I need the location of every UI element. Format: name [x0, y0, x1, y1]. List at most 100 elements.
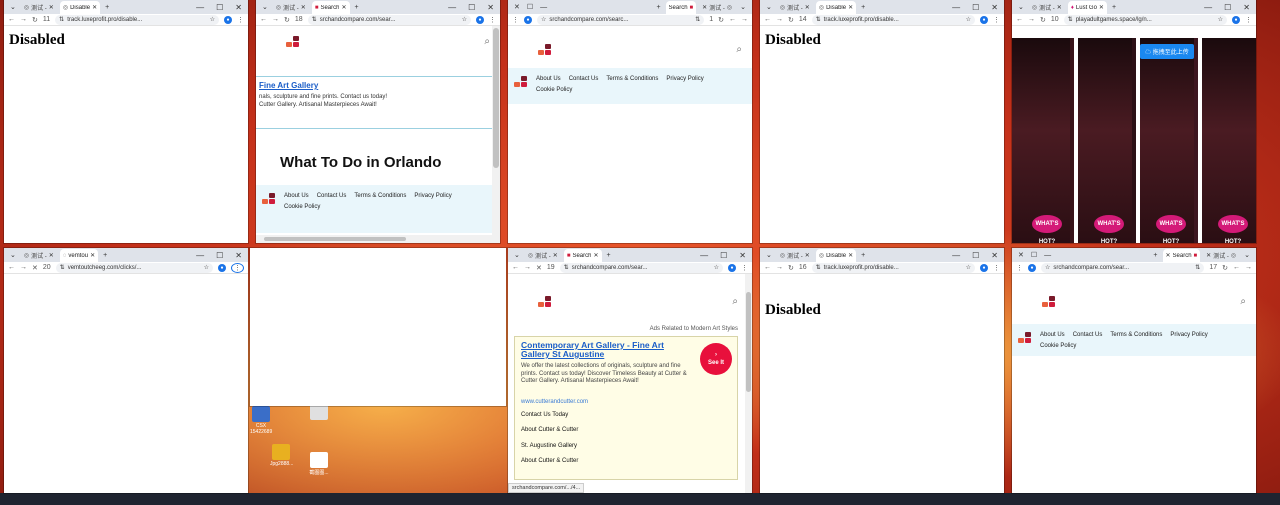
star-icon[interactable]: ☆: [204, 264, 209, 271]
minimize-button[interactable]: —: [538, 4, 549, 11]
profile-icon[interactable]: ●: [728, 263, 736, 272]
minimize-button[interactable]: —: [952, 3, 960, 12]
profile-icon[interactable]: ●: [980, 15, 988, 24]
tab-search-icon[interactable]: ⌄: [260, 3, 270, 11]
reload-icon[interactable]: ↻: [32, 16, 38, 24]
tab-search-icon[interactable]: ⌄: [764, 251, 774, 259]
extension-counter[interactable]: 16: [799, 264, 807, 271]
close-window-button[interactable]: ✕: [739, 251, 746, 260]
footer-link-privacy[interactable]: Privacy Policy: [1170, 330, 1207, 341]
site-info-icon[interactable]: ⇅: [59, 16, 64, 23]
footer-link-contact[interactable]: Contact Us: [569, 74, 599, 85]
close-window-button[interactable]: ✕: [991, 251, 998, 260]
menu-icon[interactable]: ⋮: [237, 16, 244, 24]
extension-counter[interactable]: 14: [799, 16, 807, 23]
forward-icon[interactable]: →: [20, 16, 27, 23]
tab-test[interactable]: ◎ 测试 - ✕: [273, 2, 309, 13]
game-panel[interactable]: [1074, 38, 1132, 243]
new-tab-button[interactable]: +: [654, 4, 662, 11]
forward-icon[interactable]: →: [776, 264, 783, 271]
maximize-button[interactable]: ☐: [972, 3, 979, 12]
new-tab-button[interactable]: +: [859, 4, 867, 11]
search-icon[interactable]: ⌕: [736, 44, 742, 55]
close-window-button[interactable]: ✕: [991, 3, 998, 12]
close-icon[interactable]: ✕: [92, 4, 97, 11]
extension-counter[interactable]: 20: [43, 264, 51, 271]
forward-icon[interactable]: →: [272, 16, 279, 23]
forward-icon[interactable]: →: [524, 264, 531, 271]
tab-search-icon[interactable]: ⌄: [764, 3, 774, 11]
maximize-button[interactable]: ☐: [720, 251, 727, 260]
close-window-button[interactable]: ✕: [235, 251, 242, 260]
search-icon[interactable]: ⌕: [732, 296, 738, 307]
desktop-icon[interactable]: [308, 404, 330, 421]
back-icon[interactable]: ←: [512, 264, 519, 271]
footer-link-cookie[interactable]: Cookie Policy: [284, 202, 320, 213]
maximize-button[interactable]: ☐: [216, 251, 223, 260]
menu-icon[interactable]: ⋮: [993, 264, 1000, 272]
reload-icon[interactable]: ↻: [788, 16, 794, 24]
footer-link-privacy[interactable]: Privacy Policy: [414, 191, 451, 202]
new-tab-button[interactable]: +: [103, 4, 111, 11]
site-info-icon[interactable]: ⇅: [1068, 16, 1073, 23]
tab-lust[interactable]: ♦ Lust Go ✕: [1067, 1, 1107, 14]
tab-search-icon[interactable]: ⌄: [1242, 251, 1252, 259]
minimize-button[interactable]: —: [196, 3, 204, 12]
game-banner[interactable]: WHAT'S HOT? WHAT'S HOT? WHAT'S HOT? WHAT…: [1012, 38, 1256, 243]
forward-icon[interactable]: →: [776, 16, 783, 23]
site-info-icon[interactable]: ⇅: [312, 16, 317, 23]
minimize-button[interactable]: —: [952, 251, 960, 260]
close-icon[interactable]: ✕: [848, 252, 853, 259]
close-icon[interactable]: ✕: [553, 252, 558, 259]
back-icon[interactable]: ←: [729, 16, 736, 23]
back-icon[interactable]: ←: [1233, 264, 1240, 271]
search-icon[interactable]: ⌕: [484, 36, 490, 47]
back-icon[interactable]: ←: [764, 264, 771, 271]
ad-sitelink[interactable]: Contact Us Today: [521, 412, 568, 418]
forward-icon[interactable]: →: [20, 264, 27, 271]
upload-drop-hint[interactable]: ☁ 拖拽至此上传: [1140, 44, 1194, 59]
profile-icon[interactable]: ●: [1028, 263, 1036, 272]
profile-icon[interactable]: ●: [476, 15, 484, 24]
stop-icon[interactable]: ✕: [32, 264, 38, 272]
game-panel[interactable]: [1198, 38, 1256, 243]
menu-icon[interactable]: ⋮: [993, 16, 1000, 24]
new-tab-button[interactable]: +: [353, 4, 361, 11]
extension-counter[interactable]: 11: [43, 16, 50, 23]
search-icon[interactable]: ⌕: [1240, 296, 1246, 307]
forward-icon[interactable]: →: [1245, 264, 1252, 271]
horizontal-scrollbar[interactable]: [256, 235, 500, 243]
close-window-button[interactable]: ✕: [1016, 251, 1026, 259]
address-bar[interactable]: ⇅ srchandcompare.com/sear... ☆: [307, 14, 471, 25]
maximize-button[interactable]: ☐: [1029, 251, 1039, 259]
ad-title-link[interactable]: Contemporary Art Gallery - Fine Art Gall…: [521, 341, 691, 359]
extension-counter[interactable]: 17: [1209, 264, 1217, 271]
new-tab-button[interactable]: +: [605, 252, 613, 259]
tab-test[interactable]: ◎ 测试 - ✕: [777, 250, 813, 261]
close-icon[interactable]: ✕: [49, 4, 54, 11]
address-bar[interactable]: ⇅ playadultgames.space/lg/n... ☆: [1063, 14, 1227, 25]
back-icon[interactable]: ←: [8, 264, 15, 271]
profile-icon[interactable]: ●: [224, 15, 232, 24]
close-window-button[interactable]: ✕: [512, 3, 522, 11]
tab-disabled[interactable]: ◎ Disable ✕: [815, 249, 857, 262]
forward-icon[interactable]: →: [741, 16, 748, 23]
close-window-button[interactable]: ✕: [487, 3, 494, 12]
footer-link-about[interactable]: About Us: [536, 74, 561, 85]
maximize-button[interactable]: ☐: [972, 251, 979, 260]
ad-sitelink[interactable]: About Cutter & Cutter: [521, 458, 578, 464]
address-bar[interactable]: ⇅ track.luxeprofit.pro/disable... ☆: [55, 14, 219, 25]
new-tab-button[interactable]: +: [1110, 4, 1118, 11]
footer-link-cookie[interactable]: Cookie Policy: [536, 85, 572, 96]
tab-test[interactable]: ✕ 测试 - ◎: [1203, 250, 1239, 261]
star-icon[interactable]: ☆: [966, 264, 971, 271]
star-icon[interactable]: ☆: [462, 16, 467, 23]
maximize-button[interactable]: ☐: [468, 3, 475, 12]
footer-link-terms[interactable]: Terms & Conditions: [606, 74, 658, 85]
tab-vemtou[interactable]: ◌ vemtou ✕: [59, 249, 99, 262]
close-icon[interactable]: ✕: [805, 252, 810, 259]
close-icon[interactable]: ✕: [1057, 4, 1062, 11]
ad-title-link[interactable]: Fine Art Gallery: [259, 81, 318, 90]
maximize-button[interactable]: ☐: [216, 3, 223, 12]
menu-icon[interactable]: ⋮: [1016, 264, 1023, 272]
